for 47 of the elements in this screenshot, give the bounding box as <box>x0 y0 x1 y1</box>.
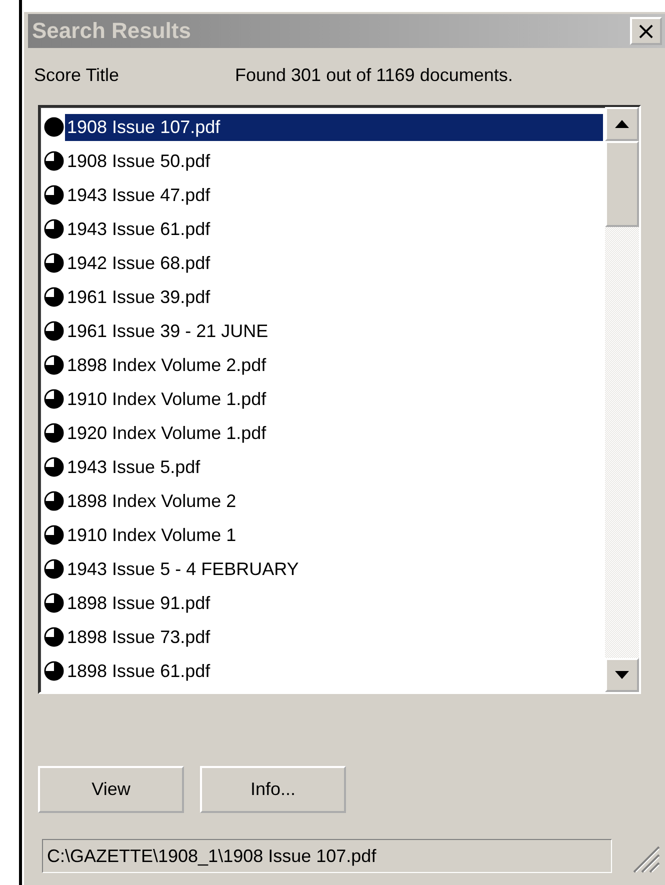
file-path-field: C:\GAZETTE\1908_1\1908 Issue 107.pdf <box>42 839 612 873</box>
info-button[interactable]: Info... <box>200 766 346 813</box>
result-item[interactable]: 1898 Issue 73.pdf <box>65 624 212 650</box>
scroll-down-button[interactable] <box>605 658 639 692</box>
score-icon <box>44 287 64 307</box>
column-label: Score Title <box>34 65 120 86</box>
results-summary: Found 301 out of 1169 documents. <box>235 65 513 86</box>
result-item[interactable]: 1910 Index Volume 1.pdf <box>65 386 268 412</box>
result-item[interactable]: 1898 Issue 91.pdf <box>65 590 212 616</box>
scroll-thumb[interactable] <box>605 141 639 227</box>
score-icon <box>44 389 64 409</box>
close-button[interactable]: × <box>630 17 662 45</box>
scroll-up-button[interactable] <box>605 107 639 141</box>
result-item[interactable]: 1908 Issue 107.pdf <box>65 114 603 140</box>
result-item[interactable]: 1961 Issue 39.pdf <box>65 284 212 310</box>
up-arrow-icon <box>615 120 629 128</box>
score-icon <box>44 559 64 579</box>
result-item[interactable]: 1910 Index Volume 1 <box>65 522 238 548</box>
score-icon <box>44 661 64 681</box>
score-icon <box>44 321 64 341</box>
down-arrow-icon <box>615 671 629 679</box>
result-item[interactable]: 1942 Issue 68.pdf <box>65 250 212 276</box>
score-icon <box>44 525 64 545</box>
score-icon <box>44 151 64 171</box>
result-item[interactable]: 1961 Issue 39 - 21 JUNE <box>65 318 270 344</box>
result-item[interactable]: 1943 Issue 5.pdf <box>65 454 202 480</box>
result-item[interactable]: 1898 Index Volume 2.pdf <box>65 352 268 378</box>
result-item[interactable]: 1943 Issue 5 - 4 FEBRUARY <box>65 556 301 582</box>
score-icon <box>44 491 64 511</box>
score-icon <box>44 593 64 613</box>
view-button[interactable]: View <box>38 766 184 813</box>
score-icon <box>44 185 64 205</box>
result-item[interactable]: 1943 Issue 61.pdf <box>65 216 212 242</box>
score-icon <box>44 457 64 477</box>
result-item[interactable]: 1943 Issue 47.pdf <box>65 182 212 208</box>
window-title: Search Results <box>32 18 191 44</box>
score-icon <box>44 355 64 375</box>
result-item[interactable]: 1908 Issue 50.pdf <box>65 148 212 174</box>
score-icon <box>44 253 64 273</box>
score-icon <box>44 423 64 443</box>
scrollbar[interactable] <box>605 107 639 692</box>
result-item[interactable]: 1898 Index Volume 2 <box>65 488 238 514</box>
result-item[interactable]: 1898 Issue 61.pdf <box>65 658 212 684</box>
score-icon <box>44 117 64 137</box>
score-icon <box>44 219 64 239</box>
score-icon <box>44 627 64 647</box>
result-item[interactable]: 1920 Index Volume 1.pdf <box>65 420 268 446</box>
